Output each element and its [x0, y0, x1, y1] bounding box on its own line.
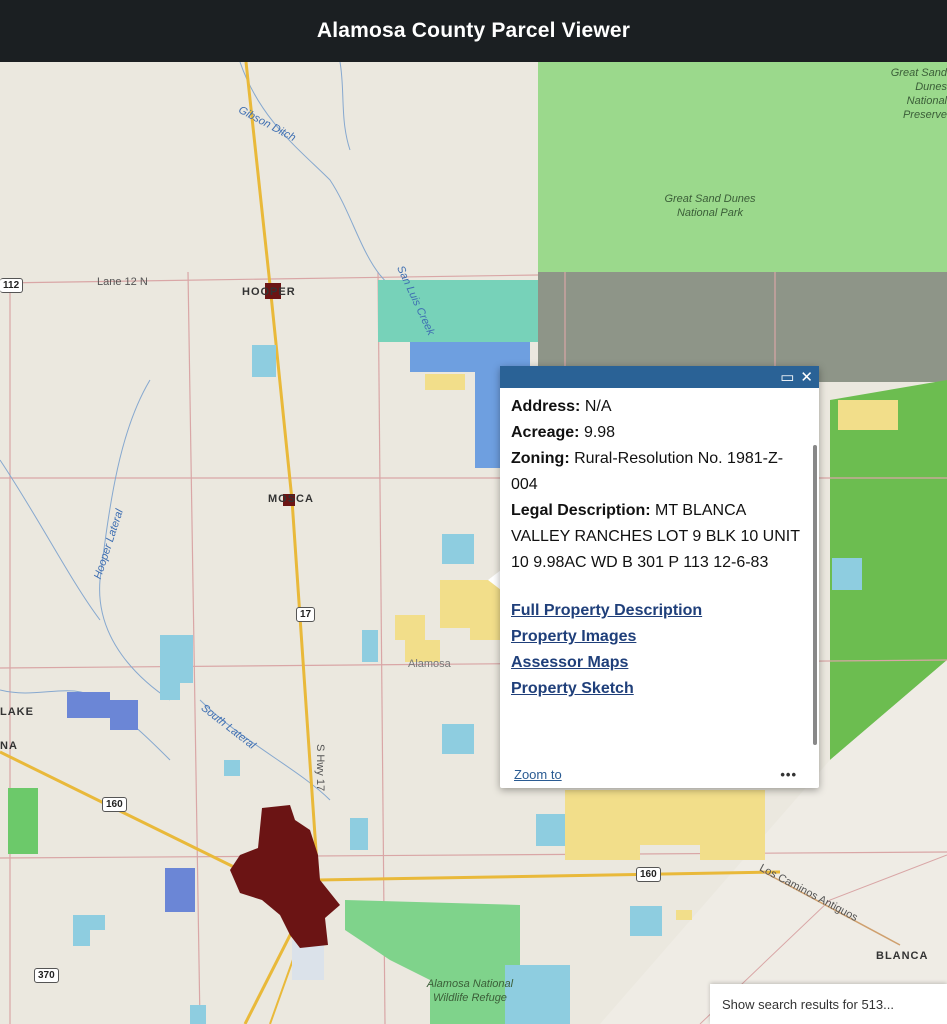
- acreage-row: Acreage: 9.98: [511, 424, 616, 441]
- maximize-icon[interactable]: ▭: [780, 368, 794, 386]
- app-header: Alamosa County Parcel Viewer: [0, 0, 947, 62]
- blanca-label: BLANCA: [876, 950, 929, 962]
- property-images-link[interactable]: Property Images: [511, 624, 808, 650]
- search-results-bar[interactable]: Show search results for 513...: [710, 984, 947, 1024]
- hwy-160-east-shield: 160: [636, 867, 661, 882]
- zoning-row: Zoning: Rural-Resolution No. 1981-Z-004: [511, 450, 784, 493]
- popup-scrollbar[interactable]: [813, 445, 817, 745]
- edge-shield: 112: [0, 278, 24, 293]
- dunes-preserve-label: Great Sand Dunes National Preserve: [890, 67, 947, 121]
- hwy-370-shield: 370: [34, 968, 59, 983]
- dunes-park-label: Great Sand Dunes National Park: [664, 193, 756, 219]
- search-results-label: Show search results for 513...: [722, 996, 894, 1012]
- address-row: Address: N/A: [511, 398, 612, 415]
- legal-description-row: Legal Description: MT BLANCA VALLEY RANC…: [511, 502, 800, 571]
- popup-links: Full Property Description Property Image…: [511, 598, 808, 702]
- mosca-label: MOSCA: [268, 493, 314, 505]
- lake-label: LAKE: [0, 706, 34, 718]
- popup-footer: Zoom to •••: [514, 767, 797, 782]
- more-actions-button[interactable]: •••: [780, 767, 797, 782]
- full-property-description-link[interactable]: Full Property Description: [511, 598, 808, 624]
- property-sketch-link[interactable]: Property Sketch: [511, 676, 808, 702]
- assessor-maps-link[interactable]: Assessor Maps: [511, 650, 808, 676]
- popup-titlebar: ▭ ✕: [500, 366, 819, 388]
- app-title: Alamosa County Parcel Viewer: [316, 19, 631, 42]
- hwy-160-west-shield: 160: [102, 797, 127, 812]
- hwy-17-shield: 17: [296, 607, 316, 622]
- zoom-to-link[interactable]: Zoom to: [514, 767, 562, 782]
- popup-content: Address: N/A Acreage: 9.98 Zoning: Rural…: [500, 388, 819, 702]
- s-hwy-17-label: S Hwy 17: [314, 744, 326, 792]
- parcel-popup: ▭ ✕ Address: N/A Acreage: 9.98 Zoning: R…: [500, 366, 819, 788]
- alamosa-label: Alamosa: [408, 658, 451, 670]
- close-icon[interactable]: ✕: [800, 368, 813, 386]
- lane-12n-label: Lane 12 N: [97, 276, 148, 288]
- wildlife-refuge-label: Alamosa National Wildlife Refuge: [426, 978, 514, 1004]
- hooper-label: HOOPER: [242, 286, 296, 298]
- na-label: NA: [0, 740, 18, 752]
